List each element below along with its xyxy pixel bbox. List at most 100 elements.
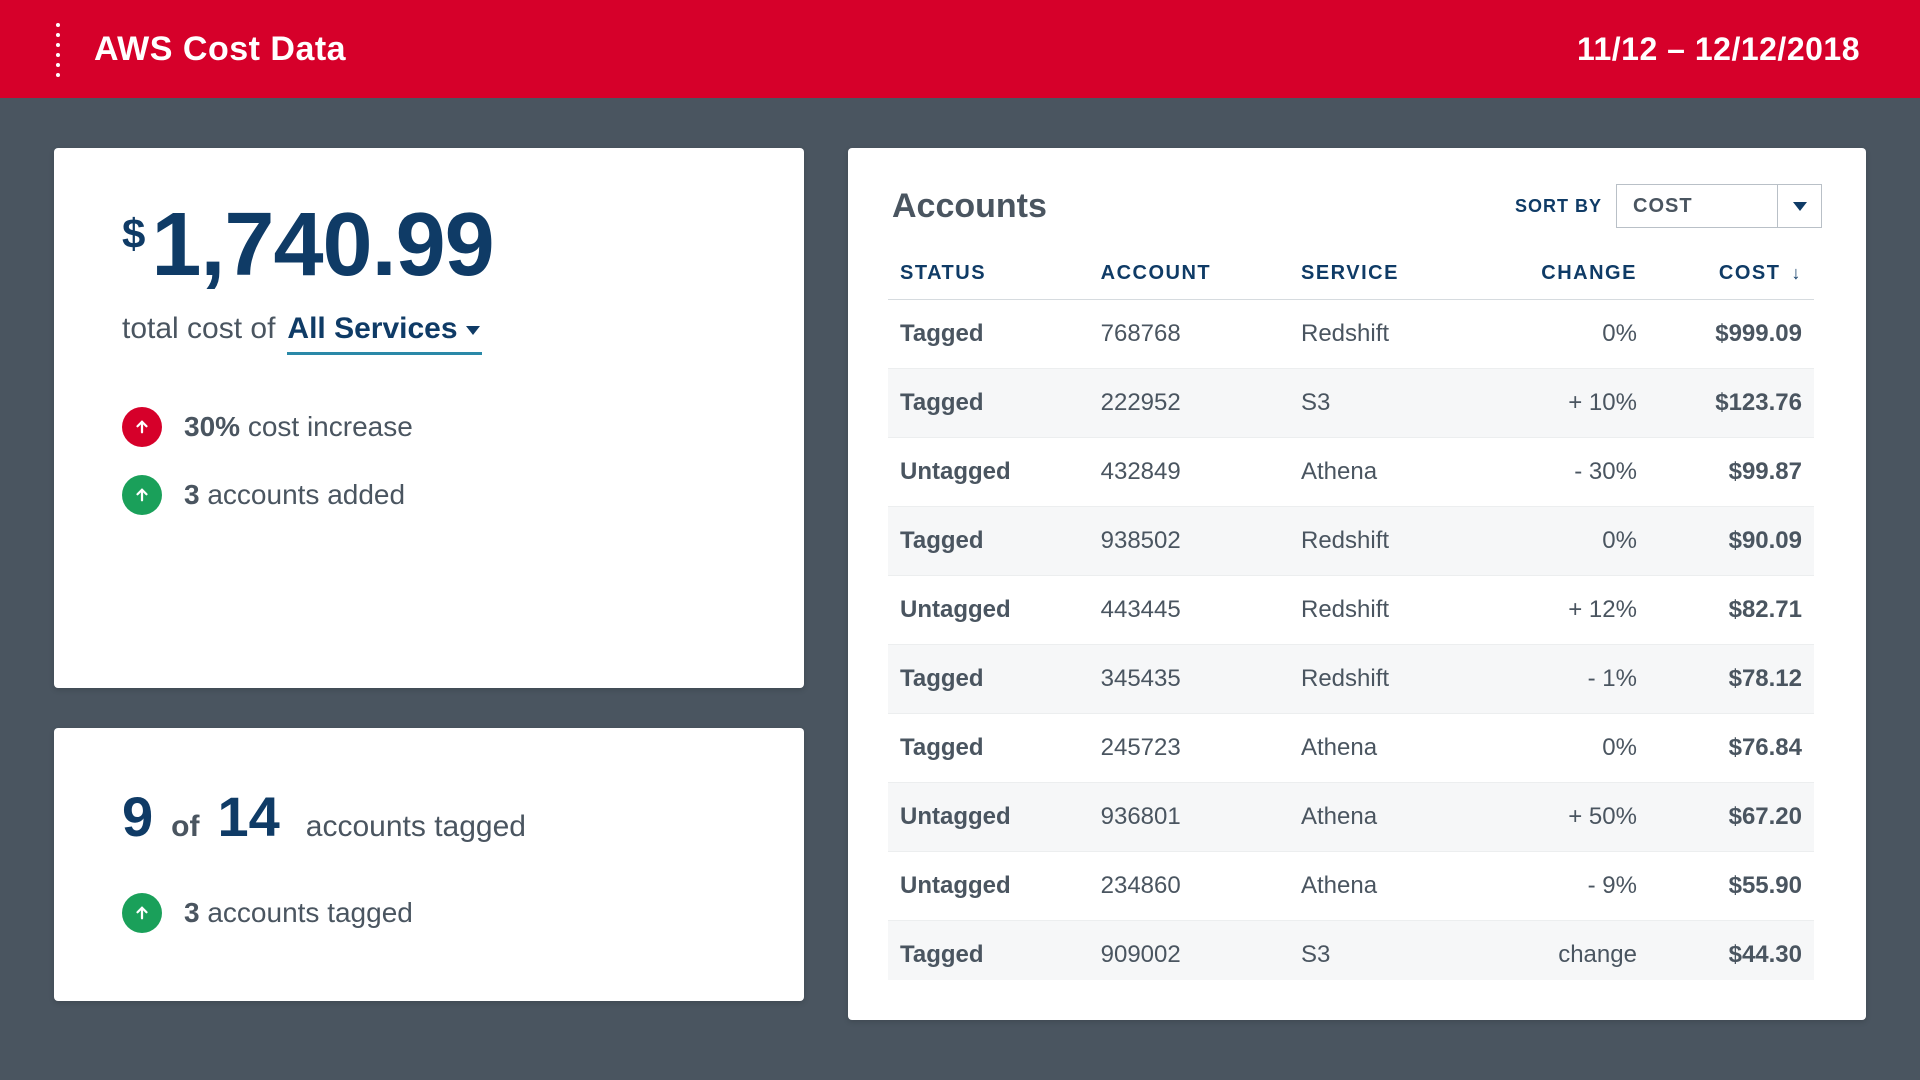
tag-count-line: 9 of 14 accounts tagged bbox=[122, 784, 736, 849]
sort-dropdown[interactable]: COST bbox=[1616, 184, 1822, 228]
stat-text: 3 accounts added bbox=[184, 479, 405, 511]
cell-status: Tagged bbox=[888, 369, 1089, 438]
left-column: $ 1,740.99 total cost of All Services 30… bbox=[54, 148, 804, 1020]
cell-service: S3 bbox=[1289, 921, 1471, 981]
stat-row: 30% cost increase bbox=[122, 407, 736, 447]
col-status[interactable]: STATUS bbox=[888, 248, 1089, 300]
sort-arrow-icon: ↓ bbox=[1792, 263, 1803, 283]
table-row[interactable]: Tagged222952S3+ 10%$123.76 bbox=[888, 369, 1814, 438]
cell-status: Untagged bbox=[888, 438, 1089, 507]
grip-icon[interactable] bbox=[56, 21, 60, 77]
cell-change: + 12% bbox=[1471, 576, 1649, 645]
col-change[interactable]: CHANGE bbox=[1471, 248, 1649, 300]
accounts-card: Accounts SORT BY COST STATUS AC bbox=[848, 148, 1866, 1020]
sort-by-label: SORT BY bbox=[1515, 196, 1602, 217]
cell-account: 936801 bbox=[1089, 783, 1289, 852]
page-title: AWS Cost Data bbox=[94, 30, 346, 69]
tag-stat-list: 3 accounts tagged bbox=[122, 893, 736, 933]
arrow-up-red-icon bbox=[122, 407, 162, 447]
tag-label: accounts tagged bbox=[306, 810, 526, 844]
table-row[interactable]: Untagged234860Athena- 9%$55.90 bbox=[888, 852, 1814, 921]
accounts-table-wrap: STATUS ACCOUNT SERVICE CHANGE COST ↓ Tag… bbox=[888, 248, 1826, 980]
app-header: AWS Cost Data 11/12 – 12/12/2018 bbox=[0, 0, 1920, 98]
tagged-count: 9 bbox=[122, 784, 153, 849]
cell-change: - 9% bbox=[1471, 852, 1649, 921]
subtitle-prefix: total cost of bbox=[122, 312, 275, 346]
cell-cost: $123.76 bbox=[1649, 369, 1814, 438]
cell-account: 768768 bbox=[1089, 300, 1289, 369]
accounts-scroll[interactable]: STATUS ACCOUNT SERVICE CHANGE COST ↓ Tag… bbox=[888, 248, 1826, 980]
table-row[interactable]: Untagged936801Athena+ 50%$67.20 bbox=[888, 783, 1814, 852]
chevron-down-icon bbox=[1777, 185, 1821, 227]
cell-account: 432849 bbox=[1089, 438, 1289, 507]
table-row[interactable]: Tagged909002S3change$44.30 bbox=[888, 921, 1814, 981]
cell-change: - 1% bbox=[1471, 645, 1649, 714]
cell-service: Redshift bbox=[1289, 576, 1471, 645]
cell-cost: $99.87 bbox=[1649, 438, 1814, 507]
cell-service: Athena bbox=[1289, 783, 1471, 852]
col-account[interactable]: ACCOUNT bbox=[1089, 248, 1289, 300]
sort-group: SORT BY COST bbox=[1515, 184, 1822, 228]
cell-change: 0% bbox=[1471, 300, 1649, 369]
cell-cost: $82.71 bbox=[1649, 576, 1814, 645]
cell-service: Redshift bbox=[1289, 507, 1471, 576]
cell-status: Untagged bbox=[888, 783, 1089, 852]
cell-cost: $999.09 bbox=[1649, 300, 1814, 369]
cell-account: 909002 bbox=[1089, 921, 1289, 981]
cell-account: 245723 bbox=[1089, 714, 1289, 783]
cell-status: Tagged bbox=[888, 921, 1089, 981]
service-selector-row: total cost of All Services bbox=[122, 312, 736, 355]
date-range: 11/12 – 12/12/2018 bbox=[1577, 31, 1860, 68]
table-row[interactable]: Untagged432849Athena- 30%$99.87 bbox=[888, 438, 1814, 507]
cell-change: 0% bbox=[1471, 714, 1649, 783]
header-left: AWS Cost Data bbox=[56, 21, 346, 77]
cell-change: + 50% bbox=[1471, 783, 1649, 852]
of-label: of bbox=[171, 810, 199, 844]
cell-status: Tagged bbox=[888, 507, 1089, 576]
cell-cost: $90.09 bbox=[1649, 507, 1814, 576]
cell-cost: $55.90 bbox=[1649, 852, 1814, 921]
stat-text: 30% cost increase bbox=[184, 411, 413, 443]
col-service[interactable]: SERVICE bbox=[1289, 248, 1471, 300]
cell-account: 443445 bbox=[1089, 576, 1289, 645]
cell-status: Tagged bbox=[888, 714, 1089, 783]
accounts-header: Accounts SORT BY COST bbox=[888, 184, 1826, 228]
cell-status: Untagged bbox=[888, 576, 1089, 645]
table-row[interactable]: Tagged768768Redshift0%$999.09 bbox=[888, 300, 1814, 369]
cell-status: Untagged bbox=[888, 852, 1089, 921]
stat-text: 3 accounts tagged bbox=[184, 897, 413, 929]
table-row[interactable]: Tagged245723Athena0%$76.84 bbox=[888, 714, 1814, 783]
cell-account: 938502 bbox=[1089, 507, 1289, 576]
cost-stat-list: 30% cost increase 3 accounts added bbox=[122, 407, 736, 515]
cell-service: Athena bbox=[1289, 438, 1471, 507]
cell-cost: $67.20 bbox=[1649, 783, 1814, 852]
cell-account: 345435 bbox=[1089, 645, 1289, 714]
accounts-table: STATUS ACCOUNT SERVICE CHANGE COST ↓ Tag… bbox=[888, 248, 1814, 980]
service-dropdown[interactable]: All Services bbox=[287, 312, 481, 355]
content: $ 1,740.99 total cost of All Services 30… bbox=[0, 98, 1920, 1020]
arrow-up-green-icon bbox=[122, 893, 162, 933]
total-count: 14 bbox=[217, 784, 279, 849]
cell-account: 234860 bbox=[1089, 852, 1289, 921]
cell-change: 0% bbox=[1471, 507, 1649, 576]
cell-change: change bbox=[1471, 921, 1649, 981]
tag-summary-card: 9 of 14 accounts tagged 3 accounts tagge… bbox=[54, 728, 804, 1001]
accounts-title: Accounts bbox=[892, 187, 1047, 226]
right-column: Accounts SORT BY COST STATUS AC bbox=[848, 148, 1866, 1020]
cell-service: Redshift bbox=[1289, 645, 1471, 714]
table-header-row: STATUS ACCOUNT SERVICE CHANGE COST ↓ bbox=[888, 248, 1814, 300]
table-row[interactable]: Tagged938502Redshift0%$90.09 bbox=[888, 507, 1814, 576]
cell-cost: $44.30 bbox=[1649, 921, 1814, 981]
table-row[interactable]: Untagged443445Redshift+ 12%$82.71 bbox=[888, 576, 1814, 645]
table-row[interactable]: Tagged345435Redshift- 1%$78.12 bbox=[888, 645, 1814, 714]
col-cost[interactable]: COST ↓ bbox=[1649, 248, 1814, 300]
cell-service: S3 bbox=[1289, 369, 1471, 438]
cell-status: Tagged bbox=[888, 300, 1089, 369]
cell-service: Athena bbox=[1289, 852, 1471, 921]
cell-change: - 30% bbox=[1471, 438, 1649, 507]
stat-row: 3 accounts added bbox=[122, 475, 736, 515]
col-cost-label: COST bbox=[1719, 262, 1781, 284]
sort-value: COST bbox=[1617, 185, 1777, 227]
cell-change: + 10% bbox=[1471, 369, 1649, 438]
total-cost-value: $ 1,740.99 bbox=[122, 200, 736, 290]
